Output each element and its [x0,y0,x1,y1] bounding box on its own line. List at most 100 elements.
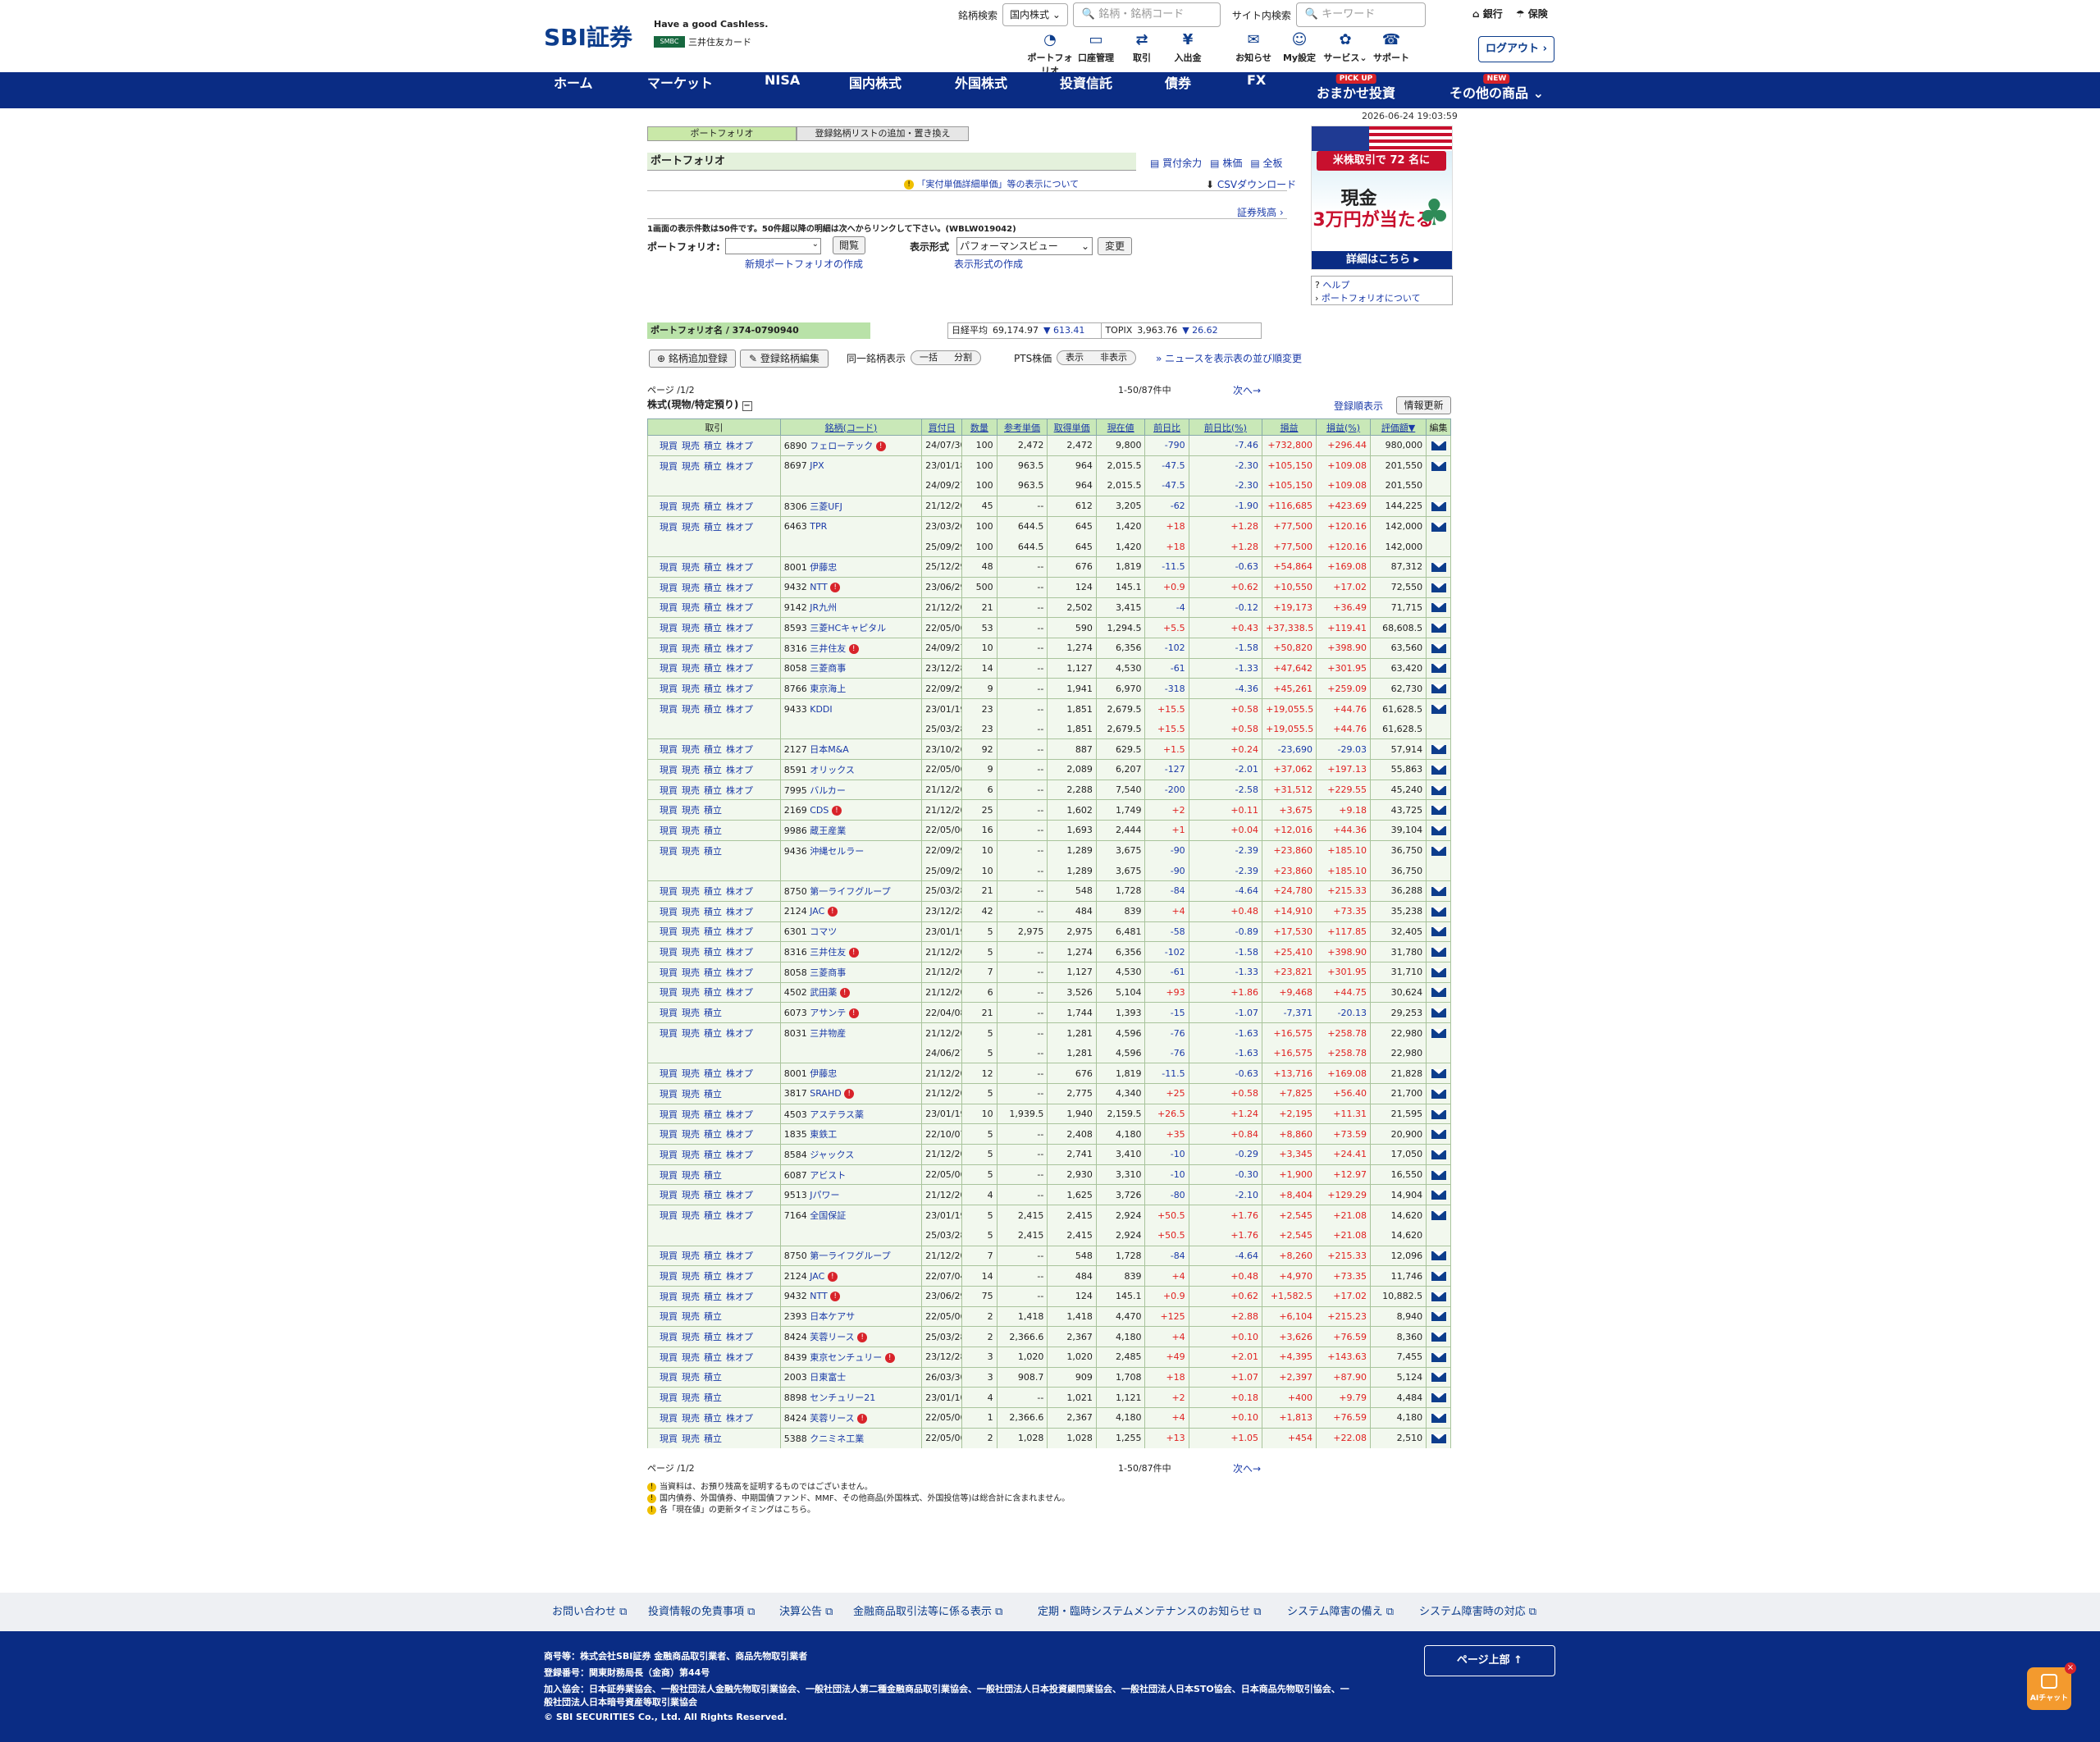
stock-name-link[interactable]: 芙蓉リース [810,1332,854,1342]
csv-download[interactable]: ⬇ CSVダウンロード [1206,177,1296,191]
action-link[interactable]: 現買 [660,501,678,512]
column-header[interactable]: 評価額▼ [1369,418,1427,436]
refresh-button[interactable]: 情報更新 [1396,396,1451,414]
stock-name-link[interactable]: フェローテック [810,441,873,451]
mail-icon[interactable] [1431,624,1446,633]
action-link[interactable]: 現買 [660,643,678,654]
action-link[interactable]: 株オプ [726,926,753,937]
mail-icon[interactable] [1431,765,1446,775]
action-link[interactable]: 現買 [660,1413,678,1424]
mail-icon[interactable] [1431,785,1446,795]
nav-6[interactable]: ✿ サービス⌄ [1322,31,1368,77]
mail-icon[interactable] [1431,1211,1446,1221]
action-link[interactable]: 積立 [704,1028,722,1039]
action-link[interactable]: 現買 [660,602,678,613]
action-link[interactable]: 現売 [682,744,700,755]
stock-name-link[interactable]: 日東富士 [810,1372,846,1383]
action-link[interactable]: 現売 [682,1250,700,1261]
nav-2[interactable]: ⇄ 取引 [1119,31,1165,77]
alert-icon[interactable]: ! [839,988,850,999]
add-stock-button[interactable]: ⊕ 銘柄追加登録 [649,350,736,368]
mail-icon[interactable] [1431,927,1446,937]
action-link[interactable]: 積立 [704,744,722,755]
stock-name-link[interactable]: バルカー [810,785,846,796]
action-link[interactable]: 株オプ [726,886,753,897]
mail-icon[interactable] [1431,643,1446,653]
action-link[interactable]: 積立 [704,1150,722,1160]
action-link[interactable]: 株オプ [726,1109,753,1120]
column-header[interactable]: 取得単価 [1047,418,1097,436]
action-link[interactable]: 現売 [682,1392,700,1403]
ai-chat-button[interactable]: AIチャット [2027,1667,2071,1710]
action-link[interactable]: 積立 [704,825,722,836]
action-link[interactable]: 現買 [660,926,678,937]
open-button[interactable]: 閲覧 [833,236,865,254]
global-nav-item-5[interactable]: 投資信託 [1060,72,1112,108]
action-link[interactable]: 積立 [704,602,722,613]
next-page-link-bottom[interactable]: 次へ→ [1233,1461,1261,1475]
action-link[interactable]: 現売 [682,663,700,674]
action-link[interactable]: 現買 [660,704,678,715]
mail-icon[interactable] [1431,1150,1446,1159]
action-link[interactable]: 株オプ [726,704,753,715]
mail-icon[interactable] [1431,583,1446,592]
action-link[interactable]: 積立 [704,1292,722,1302]
action-link[interactable]: 現買 [660,1311,678,1322]
action-link[interactable]: 株オプ [726,1129,753,1140]
stock-name-link[interactable]: KDDI [810,704,832,715]
global-nav-item-1[interactable]: マーケット [647,72,713,108]
footer-link[interactable]: 決算公告 ⧉ [779,1593,833,1631]
mail-icon[interactable] [1431,1089,1446,1099]
action-link[interactable]: 積立 [704,907,722,917]
action-link[interactable]: 積立 [704,1433,722,1444]
footer-link[interactable]: システム障害の備え ⧉ [1287,1593,1394,1631]
column-header[interactable]: 損益(%) [1316,418,1371,436]
change-button[interactable]: 変更 [1098,237,1132,255]
action-link[interactable]: 現買 [660,765,678,775]
collapse-icon[interactable]: − [742,401,752,411]
nav-1[interactable]: ▭ 口座管理 [1073,31,1119,77]
about-portfolio-link[interactable]: ポートフォリオについて [1322,293,1421,304]
alert-icon[interactable]: ! [844,1089,855,1100]
page-top-button[interactable]: ページ上部 ↑ [1424,1645,1555,1676]
action-link[interactable]: 積立 [704,522,722,533]
mail-icon[interactable] [1431,461,1446,471]
sbi-logo[interactable]: SBI証券 [544,20,632,53]
global-nav-item-6[interactable]: 債券 [1165,72,1191,108]
action-link[interactable]: 積立 [704,1413,722,1424]
stock-name-link[interactable]: 東京海上 [810,684,846,694]
mail-icon[interactable] [1431,562,1446,572]
mail-icon[interactable] [1431,501,1446,511]
action-link[interactable]: 株オプ [726,1332,753,1342]
action-link[interactable]: 現売 [682,1008,700,1018]
action-link[interactable]: 株オプ [726,1028,753,1039]
action-link[interactable]: 現買 [660,583,678,593]
alert-icon[interactable]: ! [848,948,859,958]
unit-price-info-link[interactable]: 「実付単価詳細単価」等の表示について [917,179,1080,190]
alert-icon[interactable]: ! [857,1333,868,1343]
action-link[interactable]: 現売 [682,1433,700,1444]
stock-name-link[interactable]: 日本M&A [810,744,849,755]
action-link[interactable]: 現売 [682,1150,700,1160]
action-link[interactable]: 株オプ [726,1068,753,1079]
action-link[interactable]: 現買 [660,886,678,897]
action-link[interactable]: 現買 [660,522,678,533]
global-nav-item-3[interactable]: 国内株式 [849,72,902,108]
action-link[interactable]: 株オプ [726,461,753,472]
action-link[interactable]: 現買 [660,1271,678,1282]
action-link[interactable]: 積立 [704,1129,722,1140]
action-link[interactable]: 現売 [682,1068,700,1079]
alert-icon[interactable]: ! [857,1413,868,1424]
mail-icon[interactable] [1431,1413,1446,1423]
action-link[interactable]: 現売 [682,1352,700,1363]
action-link[interactable]: 株オプ [726,663,753,674]
nav-3[interactable]: ¥ 入出金 [1165,31,1211,77]
stock-name-link[interactable]: JAC [810,906,824,917]
action-link[interactable]: 株オプ [726,765,753,775]
mail-icon[interactable] [1431,1251,1446,1261]
global-nav-item-7[interactable]: FX [1247,72,1266,108]
action-link[interactable]: 現売 [682,1129,700,1140]
action-link[interactable]: 積立 [704,663,722,674]
column-header[interactable]: 損益 [1262,418,1317,436]
stock-name-link[interactable]: アビスト [810,1170,846,1181]
